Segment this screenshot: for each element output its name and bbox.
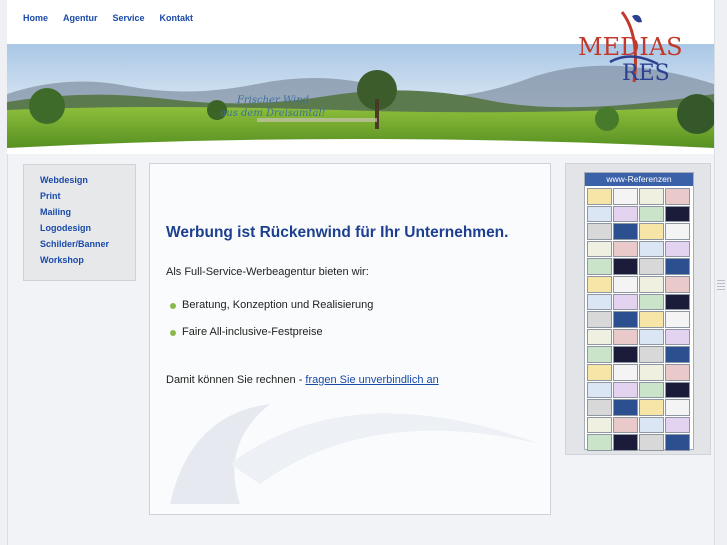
reference-thumbnail[interactable] <box>613 328 638 346</box>
references-title: www-Referenzen <box>585 173 693 186</box>
logo-graphic: MEDIAS RES <box>578 11 683 86</box>
nav-kontakt[interactable]: Kontakt <box>160 13 194 23</box>
nav-service[interactable]: Service <box>113 13 145 23</box>
reference-thumbnail[interactable] <box>639 240 664 258</box>
slogan-line-2: aus dem Dreisamtal! <box>220 108 326 119</box>
reference-thumbnail[interactable] <box>665 223 690 240</box>
contact-line-text: Damit können Sie rechnen - <box>166 374 306 386</box>
reference-thumbnail[interactable] <box>665 258 690 275</box>
reference-thumbnail[interactable] <box>587 346 612 363</box>
nav-home[interactable]: Home <box>23 13 48 23</box>
reference-thumbnail[interactable] <box>639 416 664 434</box>
reference-thumbnail[interactable] <box>613 240 638 258</box>
service-list: Beratung, Konzeption und Realisierung Fa… <box>166 292 373 346</box>
reference-thumbnail[interactable] <box>587 416 612 434</box>
nav-agentur[interactable]: Agentur <box>63 13 98 23</box>
reference-thumbnail[interactable] <box>639 399 664 416</box>
slogan-line-1: Frischer Wind <box>236 95 310 106</box>
reference-thumbnail[interactable] <box>587 188 612 205</box>
reference-thumbnail[interactable] <box>587 240 612 258</box>
thumbnail-grid <box>585 186 693 453</box>
reference-thumbnail[interactable] <box>613 188 638 205</box>
bullet-text: Beratung, Konzeption und Realisierung <box>182 299 374 311</box>
reference-thumbnail[interactable] <box>639 363 664 381</box>
reference-thumbnail[interactable] <box>665 311 690 328</box>
reference-thumbnail[interactable] <box>665 240 690 258</box>
reference-thumbnail[interactable] <box>587 293 612 311</box>
reference-thumbnail[interactable] <box>665 293 690 311</box>
reference-thumbnail[interactable] <box>665 188 690 205</box>
sidebar-item-print[interactable]: Print <box>40 188 135 204</box>
main-content: Werbung ist Rückenwind für Ihr Unternehm… <box>149 163 551 515</box>
bullet-text: Faire All-inclusive-Festpreise <box>182 326 323 338</box>
logo-text-medias: MEDIAS <box>578 33 683 61</box>
scrollbar-track[interactable] <box>714 0 727 545</box>
reference-thumbnail[interactable] <box>639 328 664 346</box>
reference-thumbnail[interactable] <box>665 381 690 399</box>
sidebar-item-mailing[interactable]: Mailing <box>40 204 135 220</box>
reference-thumbnail[interactable] <box>613 293 638 311</box>
reference-thumbnail[interactable] <box>613 205 638 223</box>
reference-thumbnail[interactable] <box>665 434 690 451</box>
reference-thumbnail[interactable] <box>665 399 690 416</box>
contact-line: Damit können Sie rechnen - fragen Sie un… <box>166 374 439 386</box>
reference-thumbnail[interactable] <box>613 416 638 434</box>
reference-thumbnail[interactable] <box>639 223 664 240</box>
reference-thumbnail[interactable] <box>665 346 690 363</box>
references-panel: www-Referenzen <box>565 163 711 455</box>
reference-thumbnail[interactable] <box>613 311 638 328</box>
sidebar: Webdesign Print Mailing Logodesign Schil… <box>23 164 136 281</box>
intro-text: Als Full-Service-Werbeagentur bieten wir… <box>166 266 369 278</box>
reference-thumbnail[interactable] <box>587 205 612 223</box>
reference-thumbnail[interactable] <box>587 275 612 293</box>
sidebar-item-schilder-banner[interactable]: Schilder/Banner <box>40 236 135 252</box>
reference-thumbnail[interactable] <box>587 258 612 275</box>
banner-slogan: Frischer Wind aus dem Dreisamtal! <box>203 94 343 120</box>
headline: Werbung ist Rückenwind für Ihr Unternehm… <box>166 224 509 241</box>
reference-thumbnail[interactable] <box>639 311 664 328</box>
list-item: Faire All-inclusive-Festpreise <box>166 319 373 346</box>
reference-thumbnail[interactable] <box>639 258 664 275</box>
reference-thumbnail[interactable] <box>639 381 664 399</box>
reference-thumbnail[interactable] <box>587 381 612 399</box>
reference-thumbnail[interactable] <box>613 363 638 381</box>
reference-thumbnail[interactable] <box>613 399 638 416</box>
main-nav: Home Agentur Service Kontakt <box>23 13 208 23</box>
reference-thumbnail[interactable] <box>665 363 690 381</box>
reference-thumbnail[interactable] <box>613 275 638 293</box>
reference-thumbnail[interactable] <box>665 328 690 346</box>
sidebar-item-logodesign[interactable]: Logodesign <box>40 220 135 236</box>
reference-thumbnail[interactable] <box>587 363 612 381</box>
page: Home Agentur Service Kontakt Frischer Wi… <box>0 0 727 545</box>
reference-thumbnail[interactable] <box>665 205 690 223</box>
reference-thumbnail[interactable] <box>587 311 612 328</box>
reference-thumbnail[interactable] <box>613 434 638 451</box>
reference-thumbnail[interactable] <box>587 328 612 346</box>
bullet-icon <box>170 330 176 336</box>
reference-thumbnail[interactable] <box>613 346 638 363</box>
reference-thumbnail[interactable] <box>613 258 638 275</box>
reference-thumbnail[interactable] <box>639 434 664 451</box>
inquiry-link[interactable]: fragen Sie unverbindlich an <box>305 374 438 386</box>
list-item: Beratung, Konzeption und Realisierung <box>166 292 373 319</box>
scrollbar-grip[interactable] <box>717 280 725 292</box>
reference-thumbnail[interactable] <box>639 188 664 205</box>
sidebar-item-workshop[interactable]: Workshop <box>40 252 135 268</box>
reference-thumbnail[interactable] <box>639 205 664 223</box>
reference-thumbnail[interactable] <box>639 293 664 311</box>
reference-thumbnail[interactable] <box>613 381 638 399</box>
reference-thumbnail[interactable] <box>587 434 612 451</box>
reference-thumbnail[interactable] <box>639 275 664 293</box>
reference-thumbnail[interactable] <box>613 223 638 240</box>
reference-thumbnail[interactable] <box>665 275 690 293</box>
reference-thumbnail[interactable] <box>587 399 612 416</box>
reference-thumbnail[interactable] <box>665 416 690 434</box>
logo-text-res: RES <box>622 61 670 86</box>
bullet-icon <box>170 303 176 309</box>
sidebar-item-webdesign[interactable]: Webdesign <box>40 172 135 188</box>
reference-thumbnail[interactable] <box>587 223 612 240</box>
reference-thumbnail[interactable] <box>639 346 664 363</box>
references-gallery[interactable]: www-Referenzen <box>584 172 694 453</box>
medias-res-logo[interactable]: MEDIAS RES <box>570 10 700 90</box>
